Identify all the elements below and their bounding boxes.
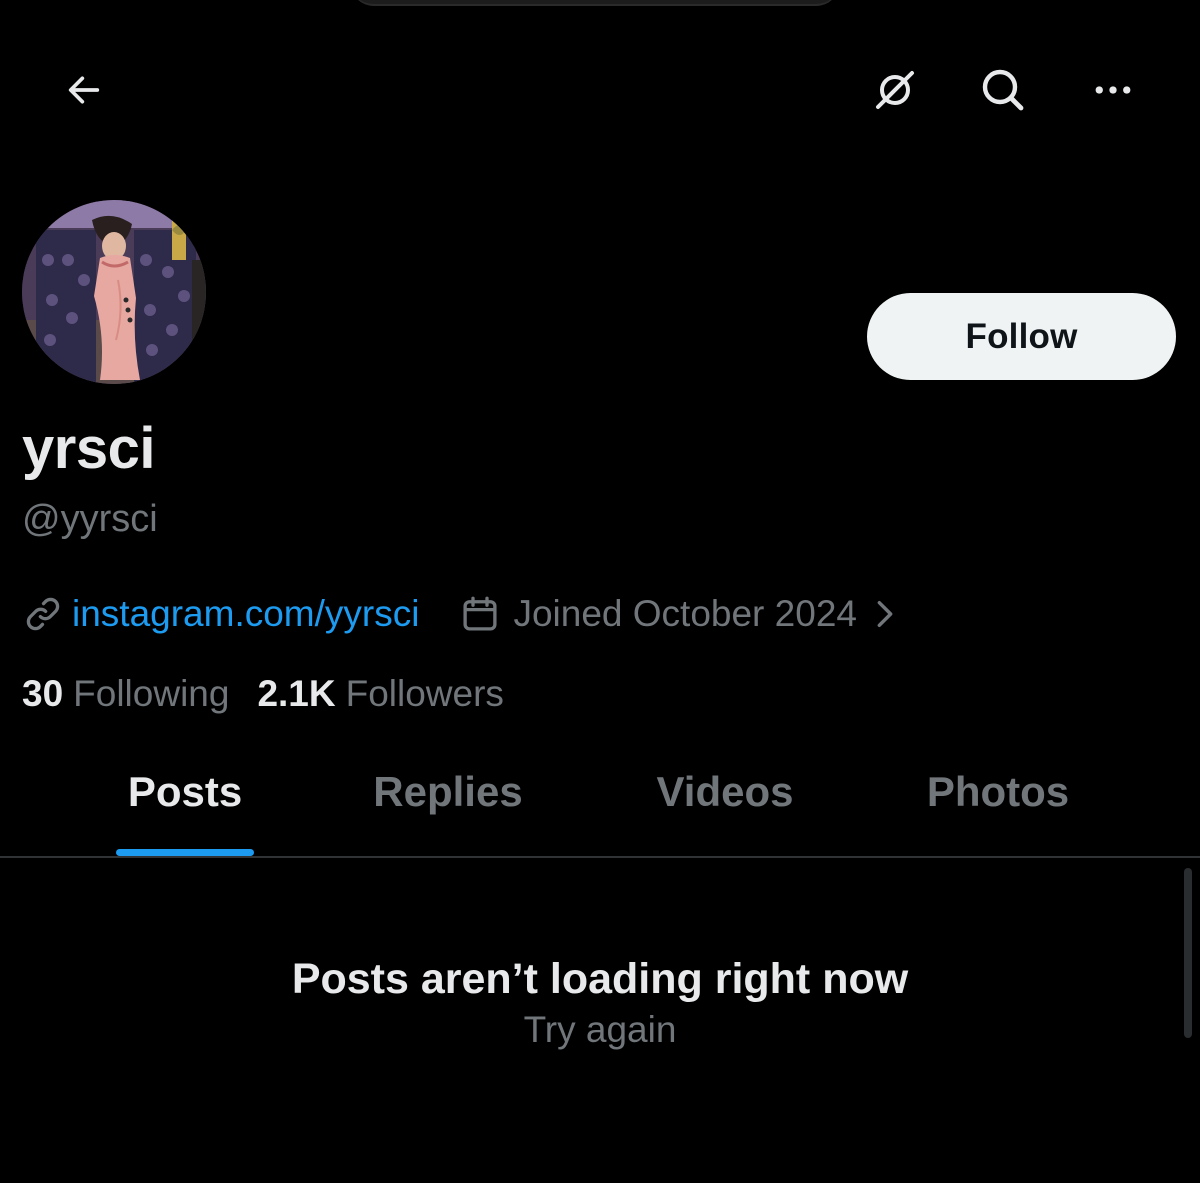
follow-button[interactable]: Follow [867, 293, 1176, 380]
followers-count: 2.1K [257, 673, 336, 714]
tab-replies[interactable]: Replies [360, 768, 536, 828]
following-label: Following [73, 673, 230, 714]
arrow-left-icon [68, 76, 100, 104]
search-button[interactable] [971, 58, 1035, 122]
active-tab-indicator [116, 849, 254, 856]
following-count: 30 [22, 673, 64, 714]
calendar-icon [459, 593, 501, 635]
try-again-button[interactable]: Try again [524, 1009, 677, 1050]
link-icon [22, 593, 64, 635]
display-name: yrsci [22, 416, 155, 481]
empty-state-title: Posts aren’t loading right now [291, 955, 909, 1003]
retry-container: Try again [0, 1006, 1200, 1054]
tab-photos[interactable]: Photos [914, 768, 1082, 828]
tab-posts[interactable]: Posts [116, 768, 254, 828]
profile-avatar[interactable] [22, 200, 206, 384]
profile-meta-row: instagram.com/yyrsci Joined October 2024 [22, 588, 899, 640]
device-notch [350, 0, 840, 6]
following-stat[interactable]: 30 Following [22, 673, 229, 715]
more-options-button[interactable] [1081, 58, 1145, 122]
tab-videos[interactable]: Videos [640, 768, 810, 828]
back-button[interactable] [52, 58, 116, 122]
website-link[interactable]: instagram.com/yyrsci [72, 593, 419, 635]
tabs-divider [0, 856, 1200, 858]
followers-stat[interactable]: 2.1K Followers [257, 673, 503, 715]
joined-date: Joined October 2024 [513, 593, 857, 634]
grok-button[interactable] [863, 58, 927, 122]
more-horizontal-icon [1095, 86, 1131, 94]
grok-icon [876, 71, 914, 109]
user-handle: @yyrsci [22, 498, 158, 540]
followers-label: Followers [345, 673, 504, 714]
search-icon [982, 69, 1024, 111]
profile-stats: 30 Following 2.1K Followers [22, 670, 504, 718]
chevron-right-icon[interactable] [871, 597, 899, 631]
